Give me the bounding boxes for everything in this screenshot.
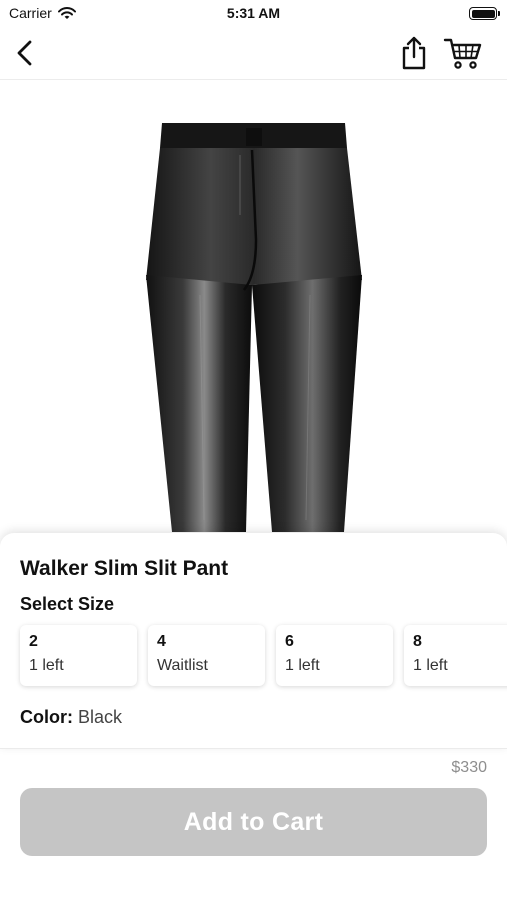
price: $330 (451, 759, 487, 776)
size-option-8[interactable]: 8 1 left (404, 625, 507, 686)
pants-illustration (146, 123, 362, 532)
size-value: 2 (29, 633, 38, 650)
color-label: Color: (20, 707, 73, 727)
size-option-2[interactable]: 2 1 left (20, 625, 137, 686)
nav-bar (0, 28, 507, 80)
divider (0, 748, 507, 749)
battery-icon (469, 7, 500, 20)
cart-button[interactable] (443, 36, 483, 70)
size-options: 2 1 left 4 Waitlist 6 1 left 8 1 left (20, 625, 507, 686)
back-button[interactable] (12, 38, 42, 68)
product-title: Walker Slim Slit Pant (20, 557, 229, 580)
color-value: Black (78, 707, 123, 727)
size-option-6[interactable]: 6 1 left (276, 625, 393, 686)
product-details-sheet: Walker Slim Slit Pant Select Size 2 1 le… (0, 533, 507, 748)
color-row: Color: Black (20, 707, 122, 728)
add-to-cart-button[interactable]: Add to Cart (20, 788, 487, 856)
cart-icon (443, 38, 482, 69)
size-stock: 1 left (29, 657, 64, 674)
status-bar: Carrier 5:31 AM (0, 0, 507, 28)
size-option-4[interactable]: 4 Waitlist (148, 625, 265, 686)
share-button[interactable] (398, 35, 430, 71)
product-image[interactable] (0, 80, 507, 540)
size-value: 8 (413, 633, 422, 650)
size-value: 6 (285, 633, 294, 650)
size-heading: Select Size (20, 594, 115, 614)
size-value: 4 (157, 633, 166, 650)
size-stock: Waitlist (157, 657, 208, 674)
chevron-left-icon (17, 40, 32, 66)
share-icon (402, 36, 426, 70)
size-stock: 1 left (285, 657, 320, 674)
status-time: 5:31 AM (226, 5, 281, 21)
size-stock: 1 left (413, 657, 448, 674)
